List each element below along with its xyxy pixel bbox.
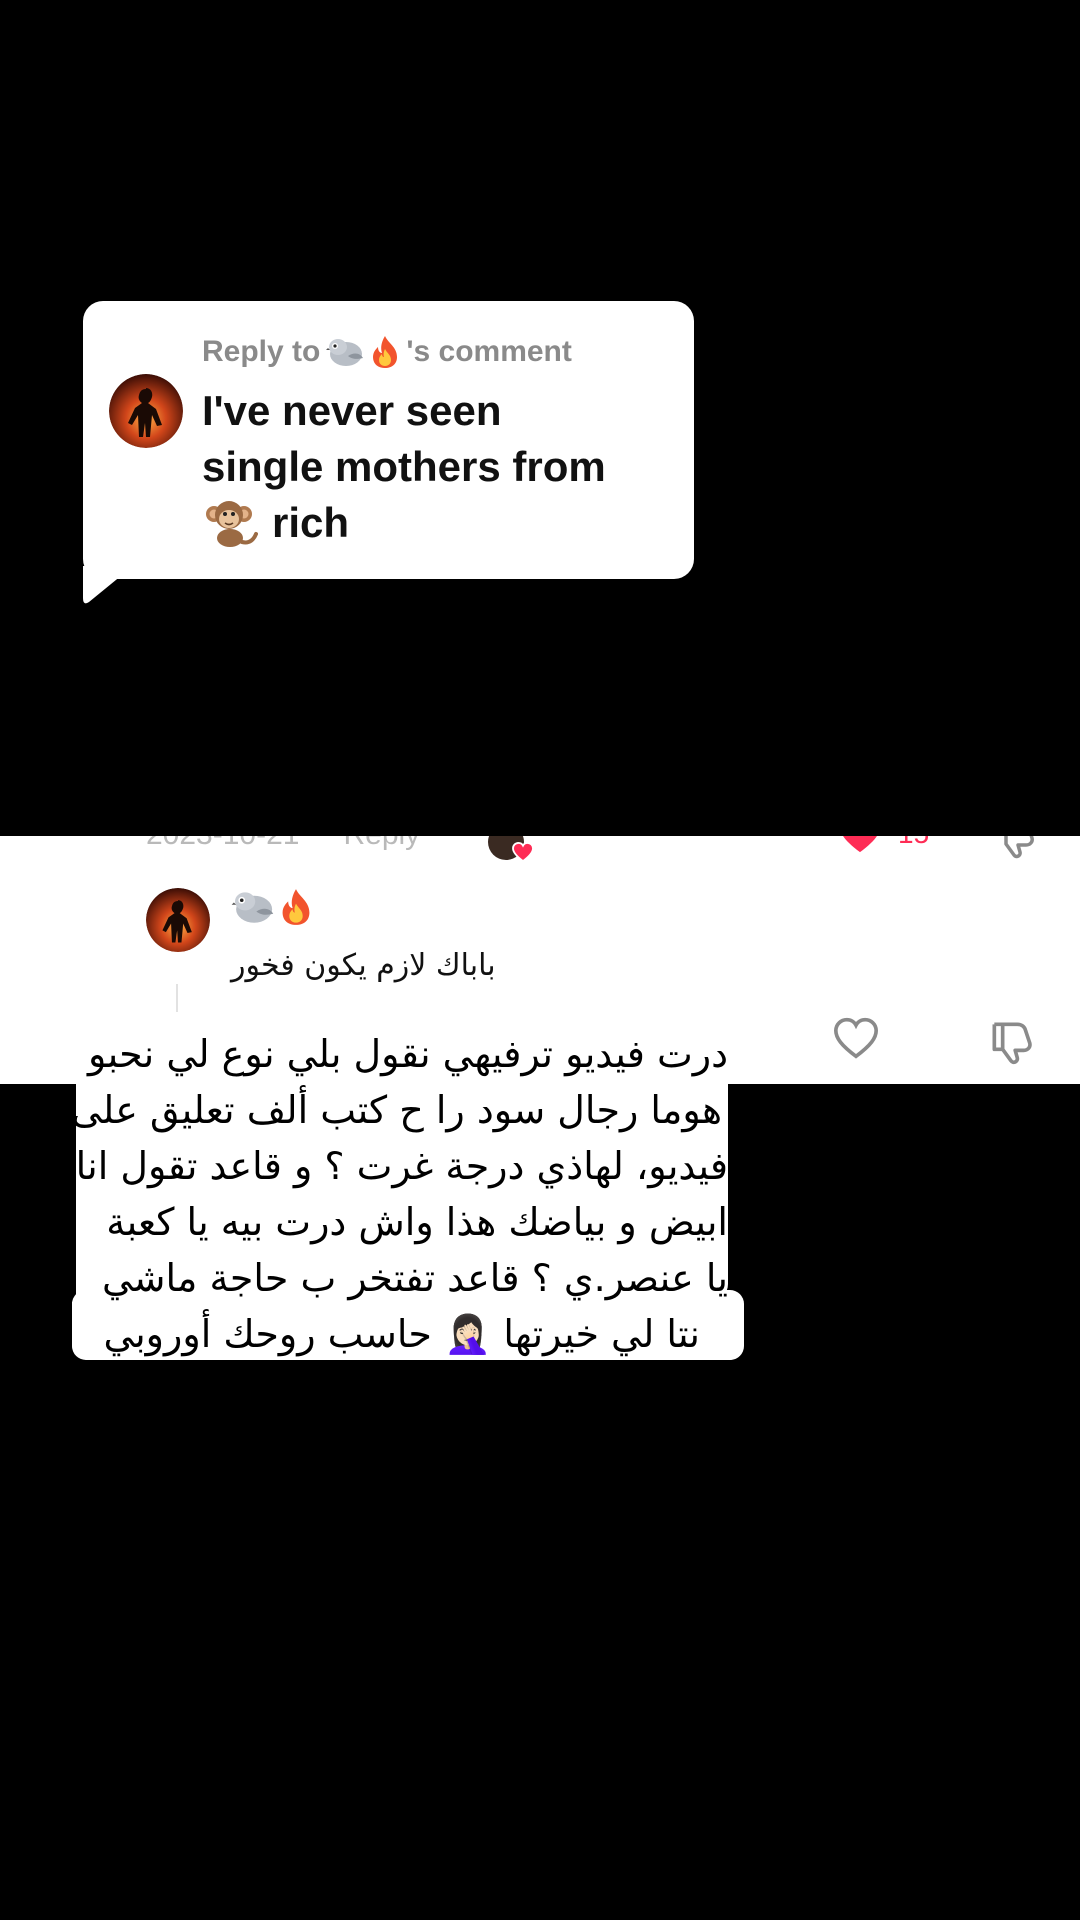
video-caption: درت فيديو ترفيهي نقول بلي نوع لي نحبو هو… — [70, 1022, 772, 1360]
monkey-icon — [206, 501, 258, 547]
thread-line — [176, 984, 178, 1012]
avatar[interactable] — [146, 888, 210, 952]
reply-comment-sticker[interactable]: Reply to 's comment I've never seen sing… — [83, 301, 694, 579]
previous-comment-meta: 2023-10-21 Reply — [146, 836, 420, 852]
caption-line: نتا لي خيرتها 🤦🏻‍♀️ حاسب روحك أوروبي — [103, 1312, 700, 1356]
reply-suffix: 's comment — [406, 335, 572, 368]
dislike-icon[interactable] — [990, 836, 1038, 860]
caption-line: درت فيديو ترفيهي نقول بلي نوع لي نحبو — [88, 1032, 728, 1076]
avatar — [109, 374, 183, 448]
comment-username[interactable] — [231, 888, 313, 926]
reply-link[interactable]: Reply — [343, 836, 420, 852]
fire-icon — [373, 336, 398, 368]
video-frame: Reply to 's comment I've never seen sing… — [0, 0, 1080, 1920]
caption-line: يا عنصر.ي ؟ قاعد تفتخر ب حاجة ماشي — [101, 1256, 728, 1300]
sticker-tail — [83, 566, 133, 604]
caption-line: فيديو، لهاذي درجة غرت ؟ و قاعد تقول انا — [75, 1144, 728, 1188]
replied-line-1: I've never seen — [202, 387, 502, 434]
pigeon-icon — [231, 892, 274, 923]
heart-badge-icon — [512, 842, 534, 862]
heart-outline-icon[interactable] — [832, 1016, 880, 1060]
dislike-icon[interactable] — [986, 1016, 1036, 1066]
caption-line: هوما رجال سود را ح كتب ألف تعليق على — [70, 1088, 722, 1132]
reply-prefix: Reply to — [202, 335, 321, 368]
comment-text: باباك لازم يكون فخور — [231, 948, 496, 983]
reply-header: Reply to 's comment — [202, 335, 572, 369]
comment-date: 2023-10-21 — [146, 836, 299, 852]
heart-filled-icon[interactable] — [838, 836, 882, 854]
caption-line: ابيض و بياضك هذا واش درت بيه يا كعبة — [106, 1200, 728, 1244]
replied-line-3: rich — [202, 495, 672, 551]
pigeon-icon — [326, 339, 364, 366]
replied-line-3-text: rich — [272, 499, 350, 546]
fire-icon — [282, 889, 310, 925]
replied-comment-text: I've never seen single mothers from rich — [202, 383, 672, 551]
replied-line-2: single mothers from — [202, 443, 606, 490]
like-count: 15 — [898, 836, 929, 850]
